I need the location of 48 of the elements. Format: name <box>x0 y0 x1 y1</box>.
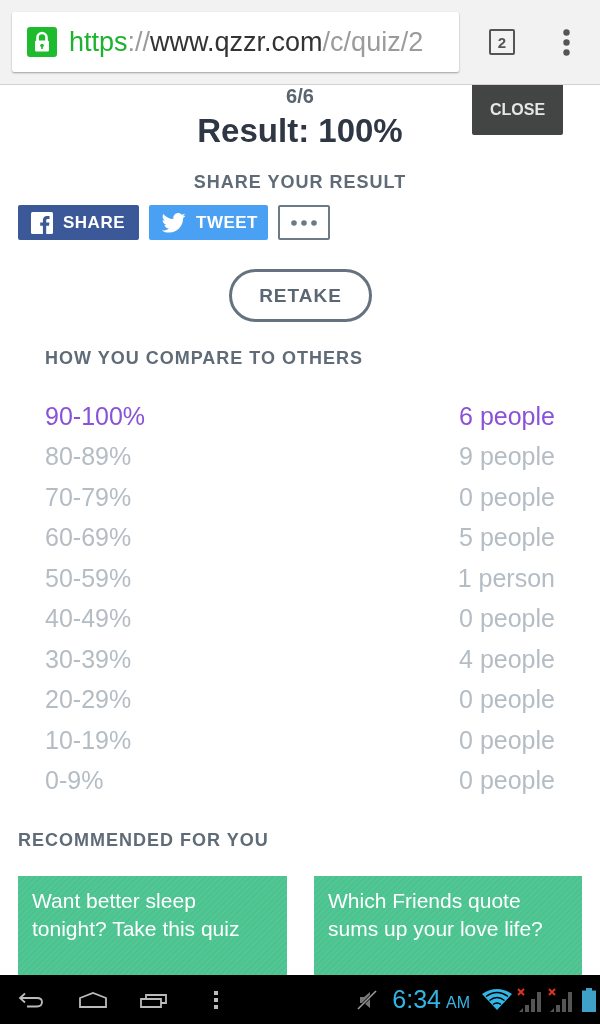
section-heading: RECOMMENDED FOR YOU <box>18 829 269 851</box>
address-bar[interactable]: https://www.qzzr.com/c/quiz/2 <box>12 12 459 72</box>
people-count: 6 people <box>459 401 555 431</box>
facebook-icon <box>31 211 53 234</box>
bird-icon <box>162 212 186 233</box>
score-range: 10-19% <box>45 725 132 755</box>
score-range: 50-59% <box>45 563 132 593</box>
people-count: 0 people <box>459 725 555 755</box>
score-range: 80-89% <box>45 442 132 472</box>
people-count: 4 people <box>459 644 555 674</box>
people-count: 0 people <box>459 604 555 634</box>
people-count: 0 people <box>459 482 555 512</box>
menu-icon[interactable] <box>563 28 570 56</box>
section-heading: HOW YOU COMPARE TO OTHERS <box>45 347 364 369</box>
score-range: 20-29% <box>45 685 132 715</box>
result-title: Result: 100% <box>197 112 403 150</box>
people-count: 5 people <box>459 523 555 553</box>
battery-icon <box>582 987 596 1012</box>
tab-switcher-button[interactable]: 2 <box>489 29 515 55</box>
section-heading: SHARE YOUR RESULT <box>193 171 407 193</box>
score-range: 40-49% <box>45 604 132 634</box>
facebook-share-button[interactable]: SHARE <box>18 205 139 240</box>
mute-icon <box>357 989 378 1010</box>
score-range: 90-100% <box>45 401 146 431</box>
home-icon[interactable] <box>79 991 107 1008</box>
ellipsis-icon <box>291 219 317 226</box>
recent-apps-icon[interactable] <box>140 991 168 1008</box>
lock-icon <box>27 27 57 57</box>
clock-time: 6:34 <box>392 985 441 1014</box>
url-text: https://www.qzzr.com/c/quiz/2 <box>69 26 424 58</box>
no-signal-icon <box>548 987 574 1012</box>
more-share-button[interactable] <box>278 205 330 240</box>
menu-icon[interactable] <box>214 990 218 1009</box>
no-signal-icon <box>517 987 543 1012</box>
score-range: 30-39% <box>45 644 132 674</box>
back-icon[interactable] <box>18 991 44 1008</box>
retake-button[interactable]: RETAKE <box>229 269 372 322</box>
people-count: 0 people <box>459 685 555 715</box>
question-count: 6/6 <box>286 86 314 106</box>
close-button[interactable]: CLOSE <box>472 85 563 135</box>
people-count: 1 person <box>457 563 555 593</box>
people-count: 0 people <box>459 766 555 796</box>
score-range: 0-9% <box>45 766 104 796</box>
score-range: 60-69% <box>45 523 132 553</box>
clock-meridiem: AM <box>446 993 470 1012</box>
score-range: 70-79% <box>45 482 132 512</box>
wifi-icon <box>482 988 512 1011</box>
people-count: 9 people <box>459 442 555 472</box>
